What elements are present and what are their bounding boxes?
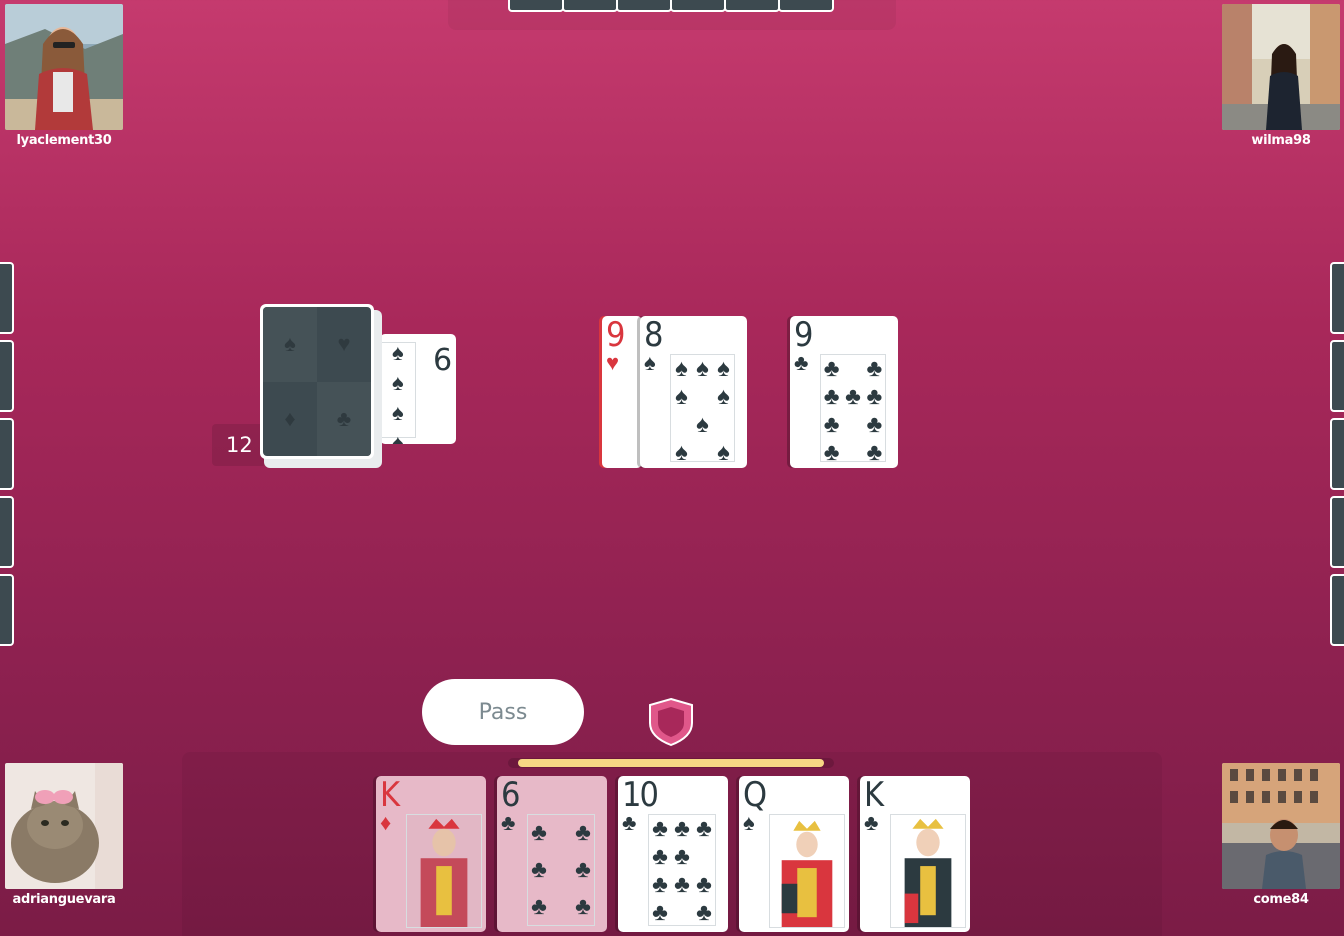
turn-timer-fill	[518, 759, 824, 767]
avatar	[1222, 763, 1340, 889]
card-rank: 9	[794, 316, 814, 355]
hidden-card	[1330, 340, 1344, 412]
hidden-card	[1330, 574, 1344, 646]
avatar	[5, 4, 123, 130]
player-name: wilma98	[1251, 133, 1311, 148]
player-name: come84	[1253, 892, 1309, 907]
card-rank: 6	[501, 776, 521, 815]
table-card-defense: 8 ♠ ♠ ♠ ♠ ♠ ♠ ♠ ♠ ♠	[640, 316, 747, 468]
hidden-card	[0, 574, 14, 646]
club-icon: ♣	[622, 810, 637, 835]
player-top-right[interactable]: wilma98	[1222, 4, 1340, 148]
avatar	[5, 763, 123, 889]
deck-count: 12	[226, 433, 253, 457]
spade-icon: ♠	[392, 340, 404, 365]
card-pips: ♣ ♣ ♣ ♣ ♣ ♣ ♣ ♣ ♣	[820, 354, 886, 466]
avatar	[1222, 4, 1340, 130]
club-icon: ♣	[501, 810, 516, 835]
pass-button[interactable]: Pass	[422, 679, 584, 745]
top-opponent-hand	[508, 0, 834, 12]
hand-card[interactable]: 10 ♣ ♣ ♣ ♣ ♣ ♣ ♣ ♣ ♣ ♣ ♣	[618, 776, 728, 932]
spade-icon: ♠	[263, 307, 317, 382]
spade-icon: ♠	[392, 430, 404, 444]
card-rank: 8	[644, 316, 664, 355]
hand-card[interactable]: Q ♠	[739, 776, 849, 932]
table-card-attack: 9 ♥	[602, 316, 642, 468]
card-pips: ♠ ♠ ♠ ♠ ♠ ♠ ♠ ♠	[670, 354, 735, 466]
left-opponent-hand	[0, 262, 14, 646]
player-name: lyaclement30	[16, 133, 112, 148]
hand-card[interactable]: K ♦	[376, 776, 486, 932]
player-bottom-right[interactable]: come84	[1222, 763, 1340, 907]
hidden-card	[562, 0, 618, 12]
hidden-card	[778, 0, 834, 12]
trump-card: ♠ ♠ ♠ ♠ 9	[380, 334, 456, 444]
hidden-card	[1330, 418, 1344, 490]
hidden-card	[0, 262, 14, 334]
diamond-icon: ♦	[284, 405, 296, 431]
club-icon: ♣	[317, 381, 371, 456]
card-rank: 9	[432, 340, 452, 375]
card-pips: ♠ ♠ ♠ ♠	[392, 340, 404, 444]
card-rank: 10	[622, 776, 659, 815]
card-rank: Q	[743, 776, 767, 815]
table-card-attack: 9 ♣ ♣ ♣ ♣ ♣ ♣ ♣ ♣ ♣ ♣	[790, 316, 898, 468]
player-top-left[interactable]: lyaclement30	[5, 4, 123, 148]
spade-icon: ♠	[644, 350, 656, 375]
diamond-icon: ♦	[380, 810, 392, 835]
hidden-card	[0, 340, 14, 412]
club-icon: ♣	[864, 810, 879, 835]
player-bottom-left[interactable]: adrianguevara	[5, 763, 123, 907]
card-pips: ♣ ♣ ♣ ♣ ♣ ♣ ♣ ♣ ♣ ♣	[648, 814, 716, 926]
spade-icon: ♠	[392, 370, 404, 395]
player-name: adrianguevara	[12, 892, 116, 907]
hidden-card	[508, 0, 564, 12]
card-pips: ♣ ♣ ♣ ♣ ♣ ♣	[527, 814, 595, 926]
hidden-card	[724, 0, 780, 12]
club-icon: ♣	[794, 350, 809, 375]
heart-icon: ♥	[337, 331, 351, 357]
spade-icon: ♠	[743, 810, 755, 835]
hidden-card	[1330, 262, 1344, 334]
shield-icon	[649, 697, 693, 747]
hidden-card	[670, 0, 726, 12]
hand-card[interactable]: K ♣	[860, 776, 970, 932]
spade-icon: ♠	[392, 400, 404, 425]
deck: ♠ ♥ ♦ ♣	[260, 304, 374, 459]
hand-card[interactable]: 6 ♣ ♣ ♣ ♣ ♣ ♣ ♣	[497, 776, 607, 932]
card-rank: K	[380, 776, 400, 815]
hidden-card	[616, 0, 672, 12]
card-rank: 9	[606, 316, 626, 355]
card-rank: K	[864, 776, 884, 815]
queen-face	[769, 814, 845, 928]
heart-icon: ♥	[606, 350, 620, 375]
king-face	[890, 814, 966, 928]
king-face	[406, 814, 482, 928]
hidden-card	[1330, 496, 1344, 568]
hidden-card	[0, 418, 14, 490]
right-opponent-hand	[1330, 262, 1344, 646]
hidden-card	[0, 496, 14, 568]
